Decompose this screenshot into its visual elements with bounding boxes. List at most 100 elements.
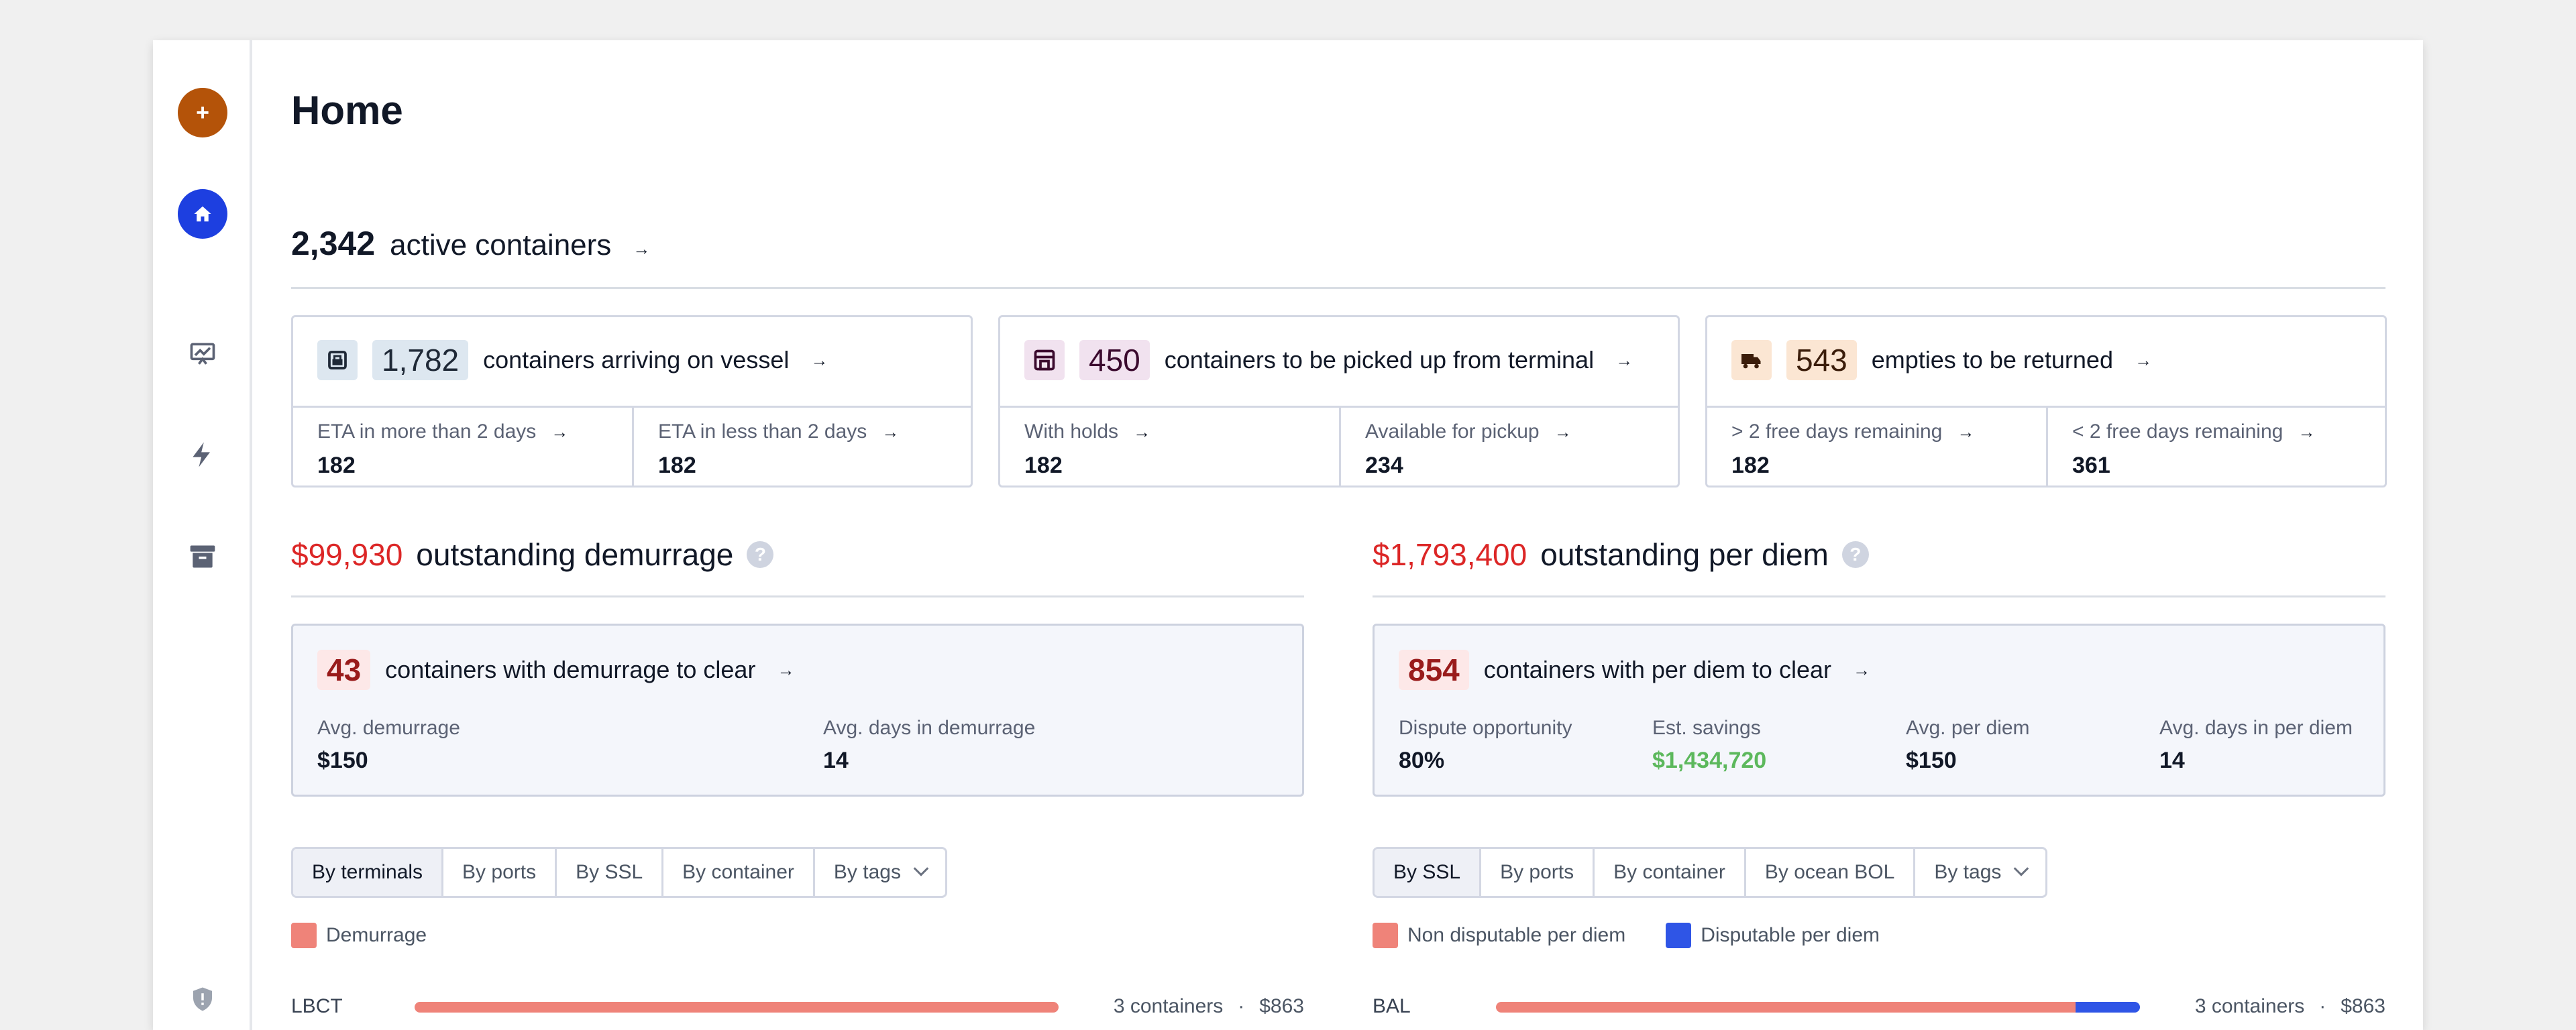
bar-track [1496,1002,2140,1013]
add-button[interactable]: + [178,88,227,137]
divider [632,406,634,485]
stat-link[interactable]: < 2 free days remaining → 361 [2072,420,2315,479]
tab-by-ocean-bol[interactable]: By ocean BOL [1746,849,1916,896]
stat-label: Dispute opportunity [1399,717,1572,739]
card-label: containers to be picked up from terminal [1164,346,1595,374]
stat-label: Avg. demurrage [317,717,460,739]
bar-containers: 3 containers [2194,995,2305,1017]
stat-value: 182 [317,453,356,478]
demurrage-header: $99,930 outstanding demurrage ? [291,536,774,573]
active-containers-link[interactable]: 2,342 active containers → [291,224,650,263]
vessel-icon [317,340,358,380]
card-count: 1,782 [372,340,469,380]
card-count: 450 [1079,340,1150,380]
stat-link[interactable]: > 2 free days remaining → 182 [1731,420,1974,479]
legend-item: Non disputable per diem [1373,923,1625,948]
stat-link[interactable]: ETA in more than 2 days → 182 [317,420,568,479]
bar-row[interactable]: BAL 3 containers · $863 [1373,995,2385,1022]
card-count: 543 [1786,340,1857,380]
card-head-link[interactable]: 1,782 containers arriving on vessel → [317,340,828,380]
bar-amount: $863 [1259,995,1304,1017]
divider [1339,406,1341,485]
arrow-right-icon: → [1957,421,1975,442]
legend-label: Non disputable per diem [1407,924,1626,946]
panel-label: containers with demurrage to clear [385,656,756,683]
tab-by-ssl[interactable]: By SSL [1375,849,1482,896]
sidebar-item-analytics[interactable] [184,335,221,373]
demurrage-stat: Avg. demurrage $150 [317,717,460,774]
divider [291,595,1304,597]
perdiem-legend: Non disputable per diem Disputable per d… [1373,923,1880,948]
stat-link[interactable]: Available for pickup → 234 [1365,420,1572,479]
perdiem-stat: Dispute opportunity 80% [1399,717,1572,774]
perdiem-stat: Est. savings $1,434,720 [1652,717,1766,774]
arrow-right-icon: → [551,421,569,442]
perdiem-header: $1,793,400 outstanding per diem ? [1373,536,1869,573]
card-empties-returned: 543 empties to be returned → > 2 free da… [1705,315,2387,488]
sidebar-item-home[interactable] [178,189,227,239]
truck-icon [1731,340,1772,380]
bar-containers: 3 containers [1113,995,1224,1017]
tab-by-ports[interactable]: By ports [1481,849,1595,896]
tab-by-tags[interactable]: By tags [1915,849,2045,896]
perdiem-clear-link[interactable]: 854 containers with per diem to clear → [1399,650,1870,690]
bar-separator: · [1238,995,1245,1017]
sidebar-item-security[interactable] [184,980,221,1018]
stat-value: $150 [1906,748,1957,773]
main-content: Home 2,342 active containers → 1,782 con… [291,40,2387,1030]
bar-label: BAL [1373,995,1411,1017]
stat-label: Est. savings [1652,717,1761,739]
sidebar-item-archive[interactable] [184,538,221,575]
bar-fill [1496,1002,2140,1013]
bar-row[interactable]: LBCT 3 containers · $863 [291,995,1304,1022]
tab-by-tags[interactable]: By tags [815,849,945,896]
stat-label: Avg. per diem [1906,717,2030,739]
stat-value: 80% [1399,748,1445,773]
tab-by-terminals[interactable]: By terminals [293,849,444,896]
stat-link[interactable]: With holds → 182 [1024,420,1150,479]
perdiem-stat: Avg. per diem $150 [1906,717,2030,774]
card-label: empties to be returned [1871,346,2113,374]
demurrage-legend: Demurrage [291,923,427,948]
stat-value: 14 [2159,748,2185,773]
panel-count: 854 [1399,650,1469,690]
terminal-icon [1024,340,1065,380]
arrow-right-icon: → [810,349,828,370]
stat-value-savings: $1,434,720 [1652,748,1767,773]
card-head-link[interactable]: 543 empties to be returned → [1731,340,2152,380]
tab-label: By tags [833,861,901,883]
active-label: active containers [390,229,612,262]
sidebar-item-actions[interactable] [184,436,221,473]
disputable-segment [2076,1002,2140,1013]
page-title: Home [291,88,403,133]
stat-link[interactable]: ETA in less than 2 days → 182 [658,420,899,479]
stat-value: 182 [658,453,696,478]
legend-swatch [1373,923,1398,948]
demurrage-clear-link[interactable]: 43 containers with demurrage to clear → [317,650,794,690]
help-icon[interactable]: ? [747,541,774,568]
demurrage-panel: 43 containers with demurrage to clear → … [291,624,1304,797]
bar-separator: · [2319,995,2326,1017]
arrow-right-icon: → [881,421,900,442]
chart-icon [190,343,215,365]
stat-value: $150 [317,748,368,773]
bar-meta: 3 containers · $863 [2195,995,2385,1018]
stat-label: Avg. days in per diem [2159,717,2353,739]
legend-label: Demurrage [326,924,427,946]
tab-by-container[interactable]: By container [663,849,815,896]
panel-label: containers with per diem to clear [1483,656,1831,683]
perdiem-tabs: By SSL By ports By container By ocean BO… [1373,847,2048,898]
help-icon[interactable]: ? [1841,541,1869,568]
tab-by-ssl[interactable]: By SSL [557,849,664,896]
tab-by-ports[interactable]: By ports [443,849,557,896]
bar-amount: $863 [2341,995,2385,1017]
archive-icon [190,545,215,568]
tab-label: By tags [1934,861,2002,883]
arrow-right-icon: → [1853,659,1870,680]
stat-value: 182 [1024,453,1063,478]
tab-by-container[interactable]: By container [1595,849,1746,896]
stat-label: With holds [1024,420,1119,443]
home-icon [194,206,211,222]
card-head-link[interactable]: 450 containers to be picked up from term… [1024,340,1633,380]
plus-icon: + [196,99,209,125]
